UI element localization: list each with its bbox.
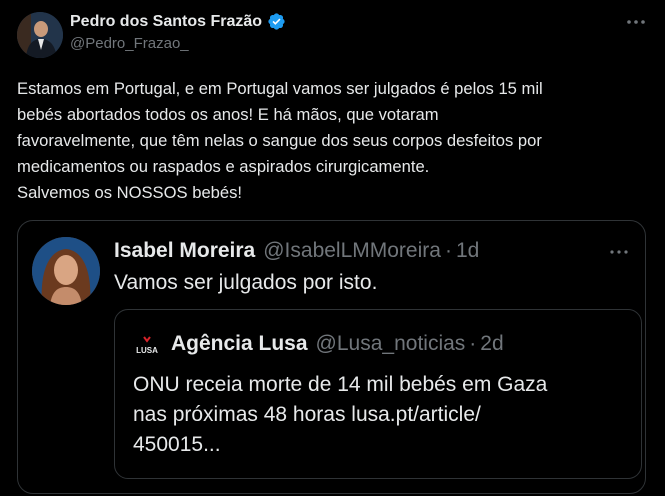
nested-author-handle[interactable]: @Lusa_noticias bbox=[316, 332, 466, 356]
nested-tweet-header: Agência Lusa @Lusa_noticias · 2d bbox=[171, 332, 504, 356]
tweet-card: Pedro dos Santos Frazão @Pedro_Frazao_ E… bbox=[0, 0, 665, 496]
tweet-text: Estamos em Portugal, e em Portugal vamos… bbox=[17, 79, 543, 202]
quoted-author-handle[interactable]: @IsabelLMMoreira bbox=[263, 239, 441, 263]
verified-badge-icon bbox=[267, 12, 286, 31]
quoted-tweet-text: Vamos ser julgados por isto. bbox=[114, 271, 378, 294]
author-name-row: Pedro dos Santos Frazão bbox=[70, 12, 286, 31]
nested-quoted-tweet[interactable]: LUSA Agência Lusa @Lusa_noticias · 2d ON… bbox=[114, 309, 642, 479]
author-avatar[interactable] bbox=[17, 12, 63, 58]
quoted-tweet[interactable]: Isabel Moreira @IsabelLMMoreira · 1d Vam… bbox=[17, 220, 646, 494]
author-handle[interactable]: @Pedro_Frazao_ bbox=[70, 35, 189, 52]
nested-author-name[interactable]: Agência Lusa bbox=[171, 332, 308, 356]
quoted-tweet-time[interactable]: 1d bbox=[456, 239, 479, 263]
nested-tweet-time[interactable]: 2d bbox=[480, 332, 503, 356]
author-name[interactable]: Pedro dos Santos Frazão bbox=[70, 13, 262, 31]
nested-tweet-text: ONU receia morte de 14 mil bebés em Gaza… bbox=[133, 373, 548, 456]
quoted-author-name[interactable]: Isabel Moreira bbox=[114, 239, 255, 263]
quoted-more-options-icon[interactable] bbox=[609, 245, 629, 259]
lusa-logo-text: LUSA bbox=[136, 346, 158, 355]
lusa-logo: LUSA bbox=[133, 336, 161, 356]
separator-dot: · bbox=[469, 332, 477, 355]
quoted-author-avatar[interactable] bbox=[32, 237, 100, 305]
separator-dot: · bbox=[444, 239, 452, 262]
more-options-icon[interactable] bbox=[625, 14, 647, 30]
quoted-tweet-header: Isabel Moreira @IsabelLMMoreira · 1d bbox=[114, 239, 479, 263]
